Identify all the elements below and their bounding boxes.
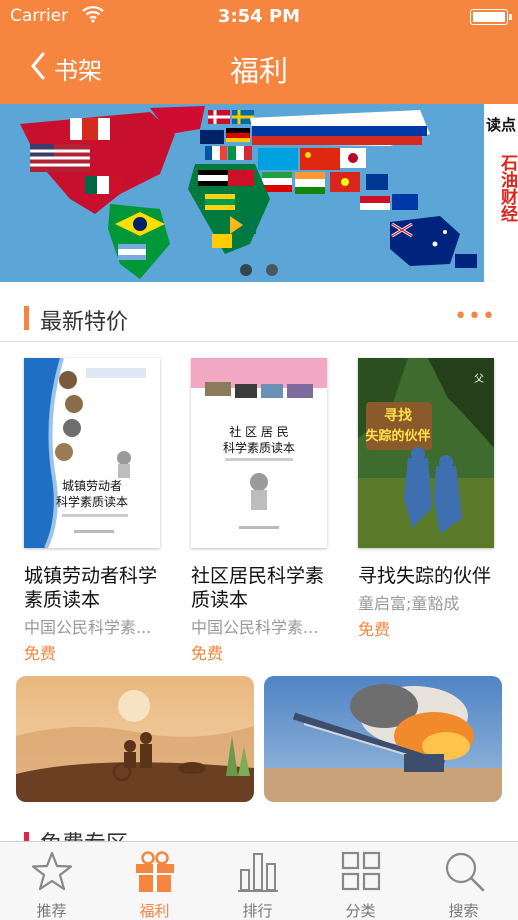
book-title: 城镇劳动者科学素质读本 <box>24 565 158 611</box>
carousel-dot[interactable] <box>266 264 278 276</box>
status-bar: Carrier 3:54 PM <box>0 0 518 34</box>
section-title: 最新特价 <box>40 310 129 335</box>
svg-text:父: 父 <box>474 373 484 385</box>
book-cover: 城镇劳动者 科学素质读本 <box>24 358 160 548</box>
book-card[interactable]: 社 区 居 民 科学素质读本 社区居民科学素质读本 中国公民科学素... 免费 <box>191 358 331 664</box>
tab-ranking[interactable]: 排行 <box>206 842 309 920</box>
star-icon <box>31 851 73 891</box>
svg-text:寻找: 寻找 <box>384 407 412 424</box>
clock: 3:54 PM <box>217 6 301 27</box>
book-author: 中国公民科学素... <box>191 618 319 637</box>
svg-text:社 区 居 民: 社 区 居 民 <box>229 424 288 439</box>
promo-card-fire[interactable] <box>264 676 502 802</box>
tab-label: 福利 <box>139 902 170 920</box>
drilling-rig-fire-image <box>264 676 502 802</box>
sunset-couple-image <box>16 676 254 802</box>
book-price: 免费 <box>24 644 57 663</box>
tab-label: 推荐 <box>36 902 67 920</box>
tab-label: 分类 <box>345 902 376 920</box>
tab-welfare[interactable]: 福利 <box>103 842 206 920</box>
tab-recommend[interactable]: 推荐 <box>0 842 103 920</box>
book-card[interactable]: 城镇劳动者 科学素质读本 城镇劳动者科学素质读本 中国公民科学素... 免费 <box>24 358 164 664</box>
banner-brand: 读点 石油财经 <box>484 104 518 282</box>
brand-top-label: 读点 <box>485 116 516 134</box>
book-title: 寻找失踪的伙伴 <box>358 565 492 587</box>
book-card[interactable]: 寻找 失踪的伙伴 父 寻找失踪的伙伴 童启富;童豁成 免费 <box>358 358 498 640</box>
banner-carousel[interactable]: 读点 石油财经 <box>0 104 518 282</box>
tab-category[interactable]: 分类 <box>309 842 412 920</box>
book-price: 免费 <box>358 620 391 639</box>
tab-search[interactable]: 搜索 <box>412 842 515 920</box>
tab-label: 排行 <box>242 902 273 920</box>
section2-title: 免费专区 <box>40 826 128 842</box>
section-header: 最新特价 ••• <box>0 296 518 342</box>
brand-name-label: 石油财经 <box>497 154 517 222</box>
book-title: 社区居民科学素质读本 <box>191 565 325 611</box>
carousel-pager <box>0 264 518 276</box>
book-author: 中国公民科学素... <box>24 618 152 637</box>
section-accent-bar <box>24 306 29 330</box>
tab-label: 搜索 <box>448 902 479 920</box>
promo-card-sunset[interactable] <box>16 676 254 802</box>
book-price: 免费 <box>191 644 224 663</box>
svg-text:失踪的伙伴: 失踪的伙伴 <box>365 428 430 444</box>
search-icon <box>445 852 485 892</box>
book-author: 童启富;童豁成 <box>358 594 460 613</box>
battery-icon <box>470 9 512 25</box>
book-cover: 寻找 失踪的伙伴 父 <box>358 358 494 548</box>
gift-icon <box>136 851 174 892</box>
tab-bar: 推荐 福利 排行 分类 搜索 <box>0 841 518 920</box>
svg-text:城镇劳动者: 城镇劳动者 <box>62 479 122 493</box>
nav-header: Carrier 3:54 PM 书架 福利 <box>0 0 518 104</box>
svg-text:科学素质读本: 科学素质读本 <box>56 494 128 509</box>
grid-icon <box>341 851 381 891</box>
svg-text:科学素质读本: 科学素质读本 <box>223 440 295 455</box>
world-flags-map-image <box>0 104 484 282</box>
carousel-dot[interactable] <box>240 264 252 276</box>
more-button[interactable]: ••• <box>454 304 496 329</box>
page-title: 福利 <box>229 54 288 88</box>
bar-chart-icon <box>238 853 278 892</box>
book-cover: 社 区 居 民 科学素质读本 <box>191 358 327 548</box>
